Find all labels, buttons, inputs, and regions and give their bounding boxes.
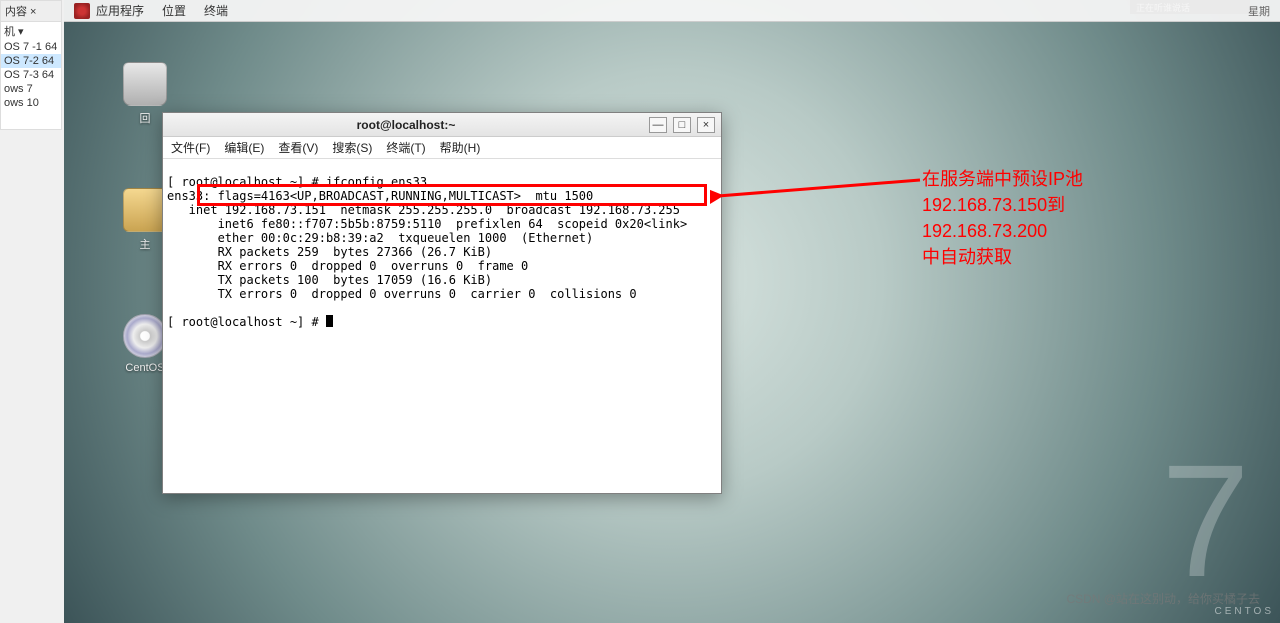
gnome-menu-terminal[interactable]: 终端 xyxy=(204,2,228,19)
term-line: inet6 fe80::f707:5b5b:8759:5110 prefixle… xyxy=(167,217,687,231)
gnome-bar: 应用程序 位置 终端 星期 xyxy=(64,0,1280,22)
term-line: RX packets 259 bytes 27366 (26.7 KiB) xyxy=(167,245,492,259)
terminal-body[interactable]: [ root@localhost ~] # ifconfig ens33 ens… xyxy=(163,159,721,493)
menu-edit[interactable]: 编辑(E) xyxy=(224,139,264,156)
annot-line: 192.168.73.200 xyxy=(922,218,1182,244)
terminal-menubar: 文件(F) 编辑(E) 查看(V) 搜索(S) 终端(T) 帮助(H) xyxy=(163,137,721,159)
menu-help[interactable]: 帮助(H) xyxy=(440,139,481,156)
close-button[interactable]: × xyxy=(697,117,715,133)
annotation-text: 在服务端中预设IP池 192.168.73.150到 192.168.73.20… xyxy=(922,166,1182,270)
menu-file[interactable]: 文件(F) xyxy=(171,139,210,156)
term-line: [ root@localhost ~] # ifconfig ens33 xyxy=(167,175,427,189)
menu-search[interactable]: 搜索(S) xyxy=(332,139,372,156)
term-line: RX errors 0 dropped 0 overruns 0 frame 0 xyxy=(167,259,528,273)
vm-item-3[interactable]: ows 7 xyxy=(1,82,61,96)
wallpaper-label: CENTOS xyxy=(1215,606,1275,617)
term-line-highlight: inet 192.168.73.151 netmask 255.255.255.… xyxy=(167,203,680,217)
term-line: ether 00:0c:29:b8:39:a2 txqueuelen 1000 … xyxy=(167,231,593,245)
annot-line: 在服务端中预设IP池 xyxy=(922,166,1182,192)
activities-icon[interactable] xyxy=(74,3,90,19)
maximize-button[interactable]: □ xyxy=(673,117,691,133)
annot-line: 中自动获取 xyxy=(922,244,1182,270)
cursor-icon xyxy=(326,315,333,327)
terminal-window[interactable]: root@localhost:~ — □ × 文件(F) 编辑(E) 查看(V)… xyxy=(162,112,722,494)
terminal-titlebar[interactable]: root@localhost:~ — □ × xyxy=(163,113,721,137)
cd-icon xyxy=(123,314,167,358)
gnome-clock: 星期 xyxy=(1248,3,1270,19)
term-line: TX packets 100 bytes 17059 (16.6 KiB) xyxy=(167,273,492,287)
menu-view[interactable]: 查看(V) xyxy=(278,139,318,156)
term-prompt: [ root@localhost ~] # xyxy=(167,315,326,329)
watermark: CSDN @站在这别动，给你买橘子去 xyxy=(1066,590,1260,607)
home-icon xyxy=(123,188,167,232)
menu-terminal[interactable]: 终端(T) xyxy=(386,139,425,156)
vm-sidebar: 内容 × 机 ▾ OS 7 -1 64 OS 7-2 64 OS 7-3 64 … xyxy=(0,0,62,130)
wallpaper-number: 7 xyxy=(1161,429,1250,613)
sidebar-header-text: 内容 × xyxy=(5,3,36,19)
minimize-button[interactable]: — xyxy=(649,117,667,133)
vm-item-1[interactable]: OS 7-2 64 xyxy=(1,54,61,68)
gnome-menu-apps[interactable]: 应用程序 xyxy=(96,2,144,19)
term-line: ens33: flags=4163<UP,BROADCAST,RUNNING,M… xyxy=(167,189,593,203)
vm-sidebar-header: 内容 × xyxy=(1,1,61,22)
trash-icon xyxy=(123,62,167,106)
gnome-menu-places[interactable]: 位置 xyxy=(162,2,186,19)
annot-line: 192.168.73.150到 xyxy=(922,192,1182,218)
vm-item-4[interactable]: ows 10 xyxy=(1,96,61,110)
term-line: TX errors 0 dropped 0 overruns 0 carrier… xyxy=(167,287,637,301)
vm-item-2[interactable]: OS 7-3 64 xyxy=(1,68,61,82)
terminal-title: root@localhost:~ xyxy=(163,118,649,132)
vm-item-0[interactable]: OS 7 -1 64 xyxy=(1,40,61,54)
vm-dropdown[interactable]: 机 ▾ xyxy=(1,22,61,40)
